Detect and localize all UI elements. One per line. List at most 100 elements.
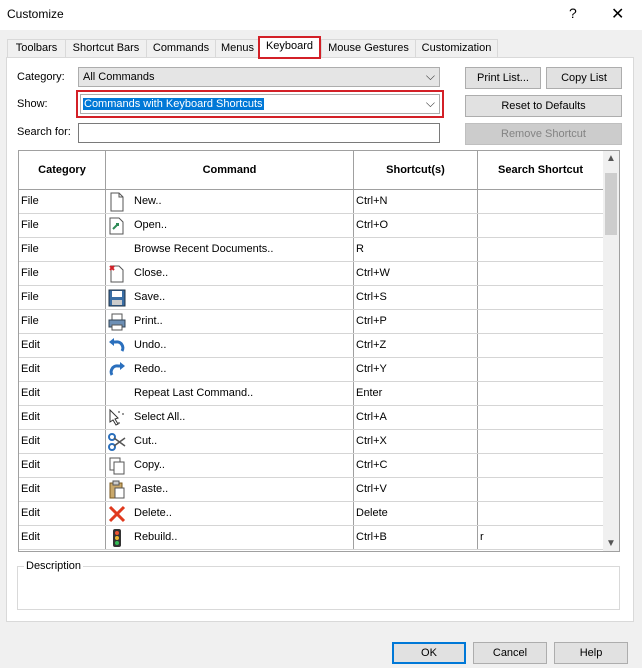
cell-shortcut: Ctrl+N [354,190,478,213]
tab-shortcut-bars[interactable]: Shortcut Bars [65,39,147,57]
table-row[interactable]: Edit Undo.. Ctrl+Z [19,334,603,358]
show-value: Commands with Keyboard Shortcuts [83,98,264,110]
cell-shortcut: Ctrl+X [354,430,478,453]
cell-command: Delete.. [106,502,354,525]
tab-mouse-gestures[interactable]: Mouse Gestures [321,39,416,57]
cell-shortcut: Ctrl+Y [354,358,478,381]
remove-shortcut-button[interactable]: Remove Shortcut [465,123,622,145]
cell-search-shortcut[interactable] [478,358,603,381]
cell-category: Edit [19,478,106,501]
open-document-icon [107,216,127,236]
cell-search-shortcut[interactable] [478,214,603,237]
table-row[interactable]: Edit Select All.. Ctrl+A [19,406,603,430]
cell-command: Cut.. [106,430,354,453]
cell-search-shortcut[interactable] [478,334,603,357]
category-dropdown[interactable]: All Commands ⌵ [78,67,440,87]
cell-search-shortcut[interactable] [478,502,603,525]
tab-toolbars[interactable]: Toolbars [7,39,66,57]
cancel-button[interactable]: Cancel [473,642,547,664]
cell-search-shortcut[interactable] [478,478,603,501]
table-row[interactable]: Edit Delete.. Delete [19,502,603,526]
title-bar: Customize ? ✕ [0,0,642,30]
cell-category: Edit [19,526,106,549]
tab-menus[interactable]: Menus [215,39,260,57]
table-row[interactable]: File Save.. Ctrl+S [19,286,603,310]
table-row[interactable]: File New.. Ctrl+N [19,190,603,214]
cell-shortcut: Delete [354,502,478,525]
cell-search-shortcut[interactable] [478,238,603,261]
scroll-up-icon[interactable]: ▲ [606,153,616,164]
cell-command: Rebuild.. [106,526,354,549]
table-row[interactable]: File Close.. Ctrl+W [19,262,603,286]
vertical-scrollbar[interactable]: ▲ ▼ [603,151,619,551]
table-row[interactable]: Edit Repeat Last Command.. Enter [19,382,603,406]
window-title: Customize [7,7,64,21]
print-list-button[interactable]: Print List... [465,67,541,89]
scroll-thumb[interactable] [605,173,617,235]
cell-search-shortcut[interactable] [478,190,603,213]
cell-shortcut: Ctrl+W [354,262,478,285]
header-category[interactable]: Category [19,151,106,189]
reset-to-defaults-button[interactable]: Reset to Defaults [465,95,622,117]
close-document-icon [107,264,127,284]
cell-search-shortcut[interactable]: r [478,526,603,549]
select-all-icon [107,408,127,428]
cell-category: Edit [19,334,106,357]
scroll-down-icon[interactable]: ▼ [606,538,616,549]
tab-customization[interactable]: Customization [415,39,498,57]
close-icon[interactable]: ✕ [611,4,624,24]
cell-category: File [19,214,106,237]
cell-shortcut: Ctrl+P [354,310,478,333]
table-row[interactable]: Edit Cut.. Ctrl+X [19,430,603,454]
table-row[interactable]: File Browse Recent Documents.. R [19,238,603,262]
scissors-icon [107,432,127,452]
cell-command: Close.. [106,262,354,285]
cell-shortcut: R [354,238,478,261]
cell-shortcut: Ctrl+A [354,406,478,429]
header-search-shortcut[interactable]: Search Shortcut [478,151,603,189]
description-label: Description [24,560,84,572]
redo-arrow-icon [107,360,127,380]
cell-search-shortcut[interactable] [478,382,603,405]
header-shortcuts[interactable]: Shortcut(s) [354,151,478,189]
show-dropdown[interactable]: Commands with Keyboard Shortcuts ⌵ [76,90,444,118]
table-row[interactable]: Edit Redo.. Ctrl+Y [19,358,603,382]
show-label: Show: [17,98,48,110]
cell-search-shortcut[interactable] [478,430,603,453]
printer-icon [107,312,127,332]
cell-command: Print.. [106,310,354,333]
shortcut-table: Category Command Shortcut(s) Search Shor… [18,150,620,552]
copy-list-button[interactable]: Copy List [546,67,622,89]
table-row[interactable]: Edit Paste.. Ctrl+V [19,478,603,502]
cell-search-shortcut[interactable] [478,454,603,477]
cell-shortcut: Ctrl+V [354,478,478,501]
table-row[interactable]: Edit Rebuild.. Ctrl+B r [19,526,603,550]
cell-search-shortcut[interactable] [478,286,603,309]
tab-keyboard[interactable]: Keyboard [258,36,321,59]
search-label: Search for: [17,126,71,138]
cell-search-shortcut[interactable] [478,310,603,333]
cell-shortcut: Enter [354,382,478,405]
cell-shortcut: Ctrl+C [354,454,478,477]
table-row[interactable]: File Open.. Ctrl+O [19,214,603,238]
help-button[interactable]: Help [554,642,628,664]
header-command[interactable]: Command [106,151,354,189]
cell-shortcut: Ctrl+Z [354,334,478,357]
cell-category: File [19,310,106,333]
table-row[interactable]: Edit Copy.. Ctrl+C [19,454,603,478]
tab-commands[interactable]: Commands [146,39,216,57]
cell-category: File [19,286,106,309]
cell-search-shortcut[interactable] [478,406,603,429]
cell-command: Save.. [106,286,354,309]
cell-command: Browse Recent Documents.. [106,238,354,261]
cell-command: New.. [106,190,354,213]
delete-x-icon [107,504,127,524]
cell-category: Edit [19,382,106,405]
search-input[interactable] [78,123,440,143]
cell-category: File [19,190,106,213]
help-icon[interactable]: ? [569,5,577,21]
new-document-icon [107,192,127,212]
ok-button[interactable]: OK [392,642,466,664]
table-row[interactable]: File Print.. Ctrl+P [19,310,603,334]
cell-search-shortcut[interactable] [478,262,603,285]
